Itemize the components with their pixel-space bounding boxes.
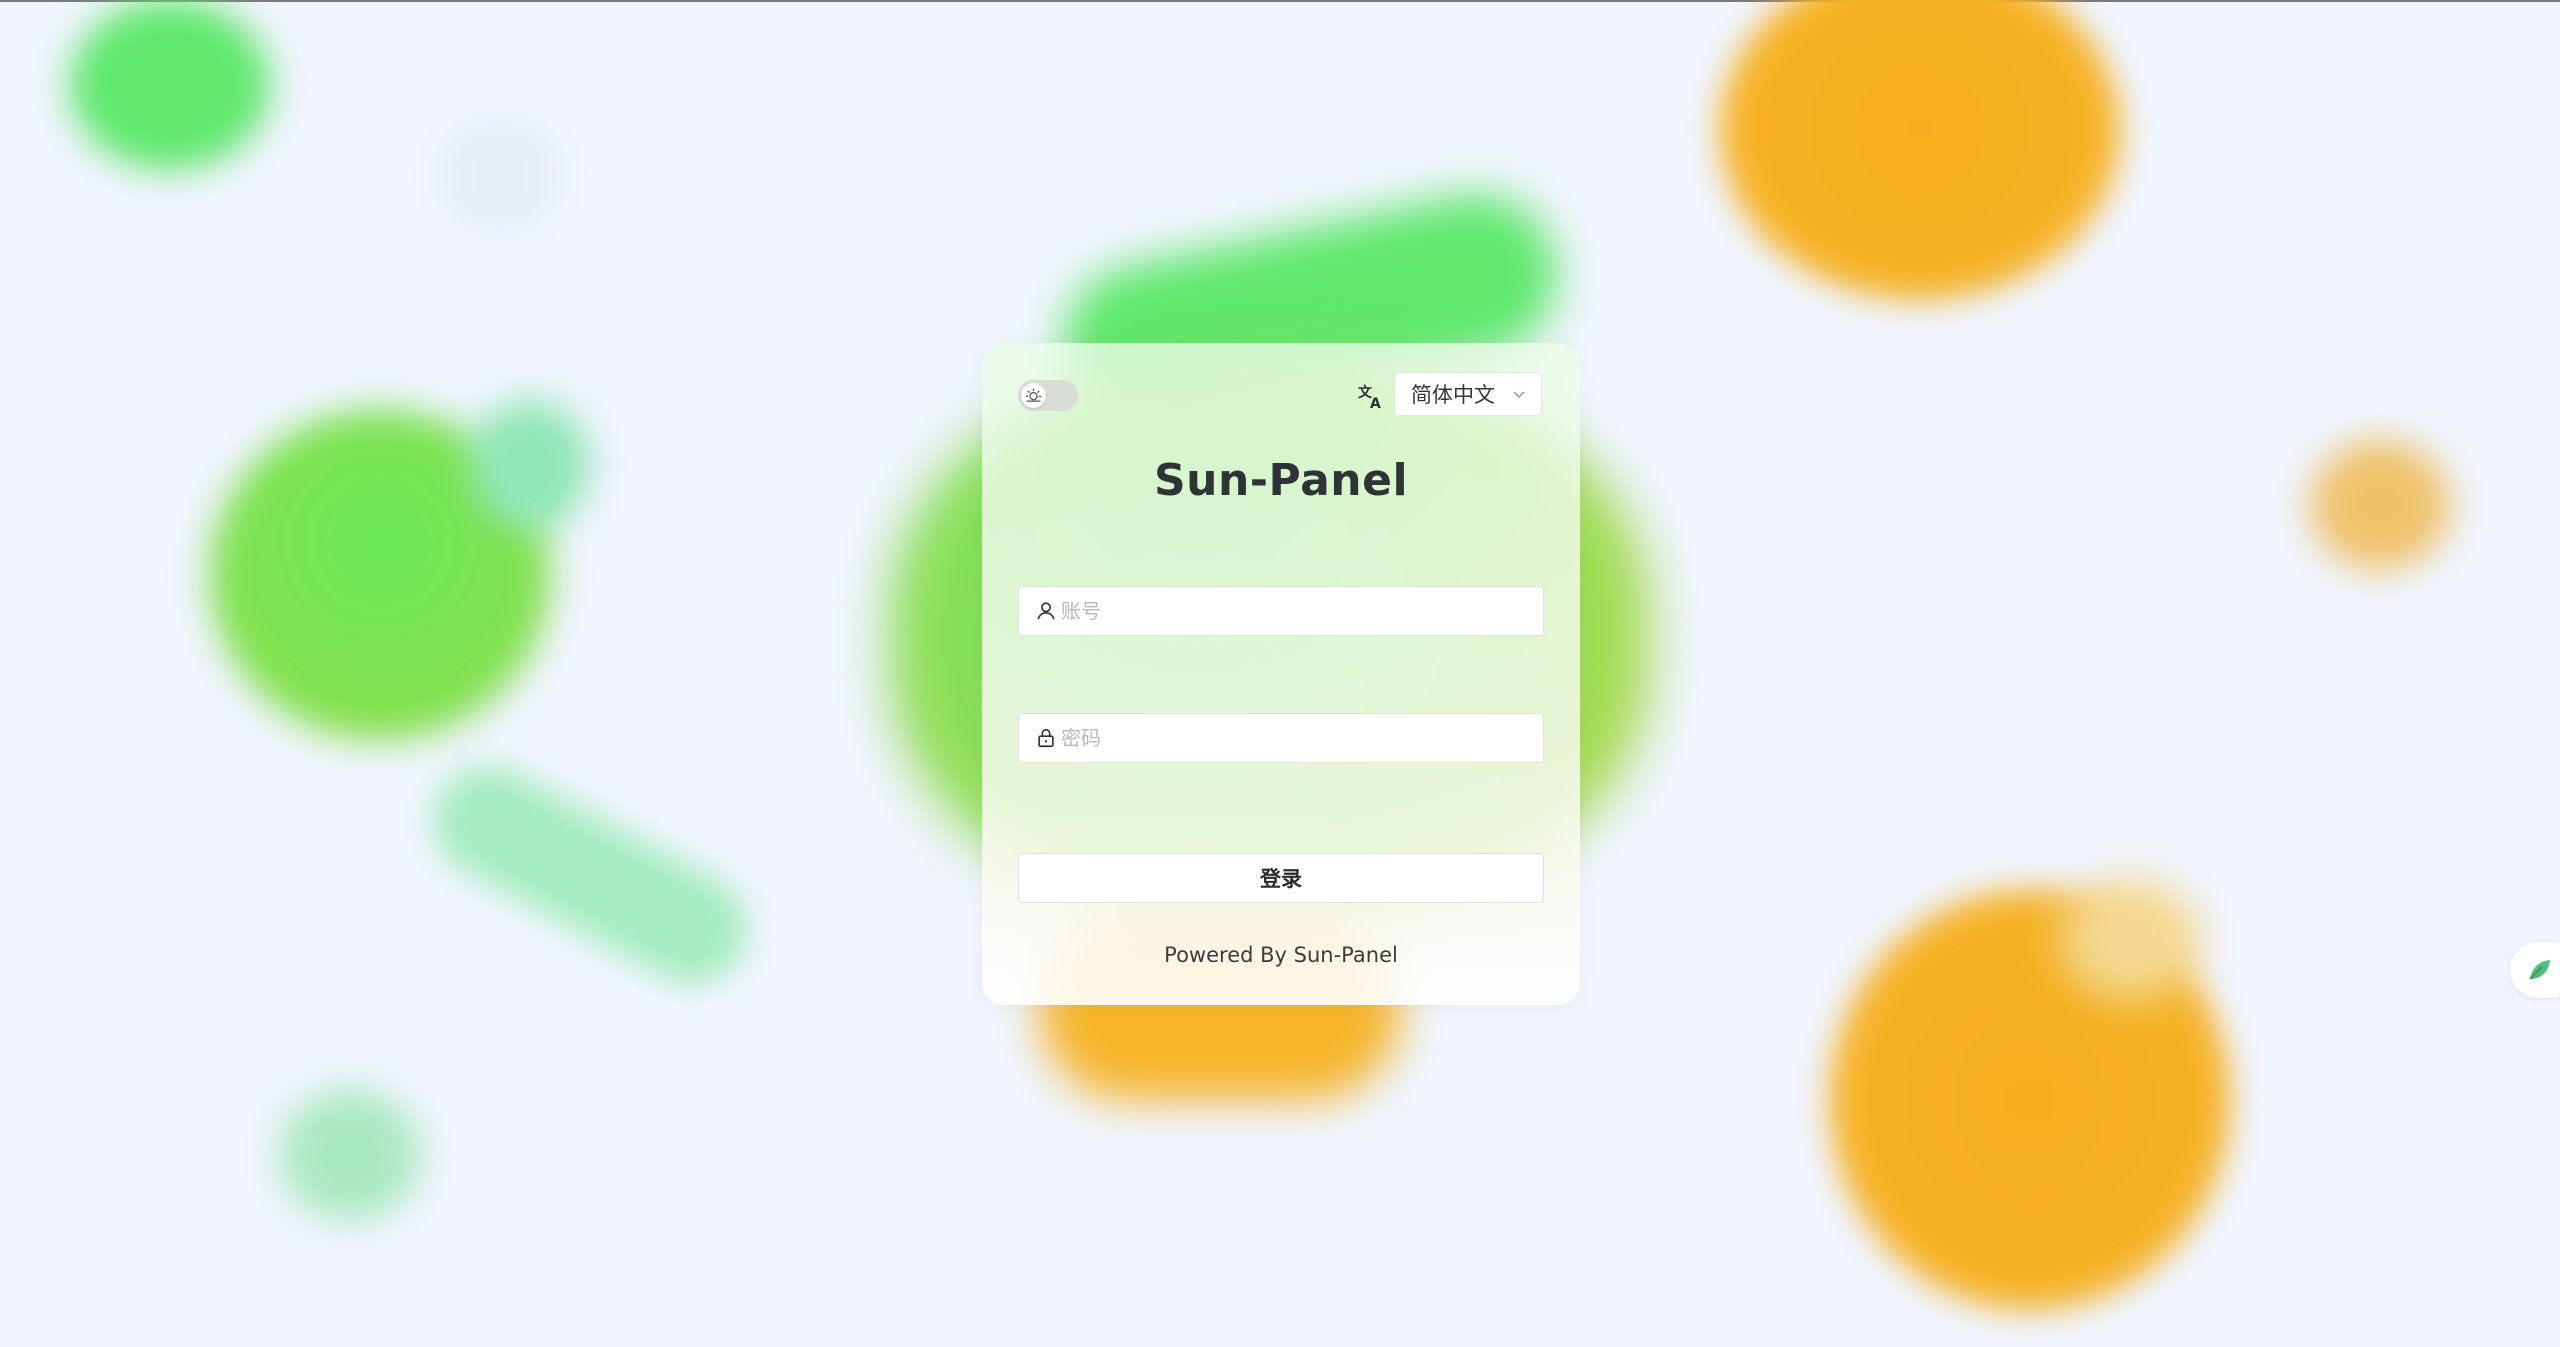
bg-blob-mint-bar <box>414 746 766 1004</box>
language-select-value: 简体中文 <box>1411 383 1495 407</box>
language-select[interactable]: 简体中文 <box>1394 372 1542 416</box>
lock-icon <box>1038 728 1054 748</box>
username-input[interactable] <box>1061 587 1531 635</box>
theme-toggle[interactable] <box>1018 380 1078 411</box>
svg-text:A: A <box>1370 396 1381 410</box>
bg-blob-mint <box>470 400 590 530</box>
side-widget-tab[interactable] <box>2510 942 2560 998</box>
theme-toggle-knob <box>1021 383 1046 408</box>
password-field[interactable] <box>1018 713 1544 763</box>
bg-blob-orange-top <box>1720 0 2120 300</box>
bg-blob-faint <box>440 120 560 230</box>
user-icon <box>1037 602 1055 620</box>
bg-blob-orange-light <box>2060 880 2200 1000</box>
page-title: Sun-Panel <box>1153 455 1409 506</box>
bg-blob-green <box>70 0 270 170</box>
chevron-down-icon <box>1513 391 1525 399</box>
translate-icon[interactable]: 文 A <box>1356 381 1386 411</box>
username-field[interactable] <box>1018 586 1544 636</box>
sun-icon <box>1025 388 1042 402</box>
password-input[interactable] <box>1061 714 1531 762</box>
leaf-icon <box>2529 960 2550 980</box>
bg-blob-orange-small <box>2310 440 2450 570</box>
powered-by-text: Powered By Sun-Panel <box>1164 943 1398 967</box>
login-button[interactable]: 登录 <box>1018 853 1544 903</box>
login-card: 文 A 简体中文 Sun-Panel 登录 Powered By Sun-Pan… <box>982 343 1580 1005</box>
bg-blob-mint-small <box>280 1090 420 1220</box>
